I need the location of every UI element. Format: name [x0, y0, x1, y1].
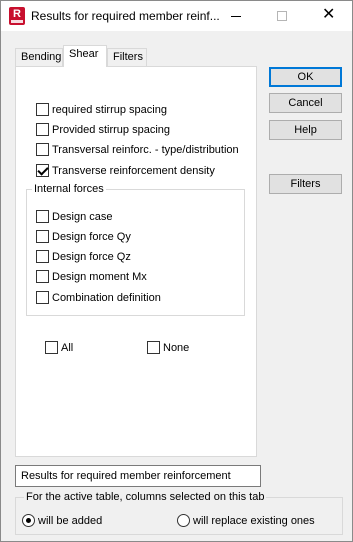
option-label: required stirrup spacing [52, 104, 167, 116]
app-logo-icon: R [9, 7, 25, 25]
close-button[interactable]: ✕ [305, 1, 351, 31]
checkbox[interactable] [147, 341, 160, 354]
tab-bending[interactable]: Bending [15, 48, 63, 67]
maximize-icon [277, 11, 287, 21]
ok-button[interactable]: OK [269, 67, 342, 87]
checkbox[interactable] [36, 291, 49, 304]
all-label: All [61, 342, 74, 354]
checkbox[interactable] [36, 250, 49, 263]
internal-forces-group: Internal forces Design case Design force… [26, 182, 245, 316]
tab-shear[interactable]: Shear [63, 45, 107, 67]
filters-button[interactable]: Filters [269, 174, 342, 194]
radio-label: will be added [38, 515, 103, 527]
option-label: Design force Qz [52, 251, 131, 263]
option-label: Design force Qy [52, 231, 131, 243]
checkbox[interactable] [36, 123, 49, 136]
close-icon: ✕ [322, 6, 336, 23]
checkbox[interactable] [36, 270, 49, 283]
maximize-button[interactable] [259, 1, 305, 31]
option-label: Provided stirrup spacing [52, 124, 171, 136]
minimize-icon [231, 16, 241, 17]
title-bar[interactable]: R Results for required member reinf... ✕ [1, 1, 352, 31]
checkbox[interactable] [36, 103, 49, 116]
option-label: Transverse reinforcement density [52, 165, 215, 177]
checkbox[interactable] [36, 230, 49, 243]
option-label: Transversal reinforc. - type/distributio… [52, 144, 239, 156]
checkbox[interactable] [36, 210, 49, 223]
cancel-button[interactable]: Cancel [269, 93, 342, 113]
help-button[interactable]: Help [269, 120, 342, 140]
radio-label: will replace existing ones [193, 515, 315, 527]
checkbox-checked[interactable] [36, 164, 49, 177]
checkbox[interactable] [36, 143, 49, 156]
results-dialog-window: R Results for required member reinf... ✕… [0, 0, 353, 542]
window-title: Results for required member reinf... [31, 9, 220, 23]
radio-button[interactable] [177, 514, 190, 527]
checkbox[interactable] [45, 341, 58, 354]
shear-tab-panel: required stirrup spacing Provided stirru… [15, 66, 257, 457]
minimize-button[interactable] [213, 1, 259, 31]
option-label: Design moment Mx [52, 271, 147, 283]
tab-filters[interactable]: Filters [107, 48, 147, 67]
internal-forces-title: Internal forces [32, 182, 106, 196]
columns-mode-group: For the active table, columns selected o… [15, 490, 343, 535]
columns-mode-title: For the active table, columns selected o… [24, 490, 267, 504]
table-name-field[interactable]: Results for required member reinforcemen… [15, 465, 261, 487]
radio-button-selected[interactable] [22, 514, 35, 527]
option-label: Combination definition [52, 292, 161, 304]
app-logo-letter: R [13, 8, 21, 20]
none-label: None [163, 342, 190, 354]
option-label: Design case [52, 211, 113, 223]
